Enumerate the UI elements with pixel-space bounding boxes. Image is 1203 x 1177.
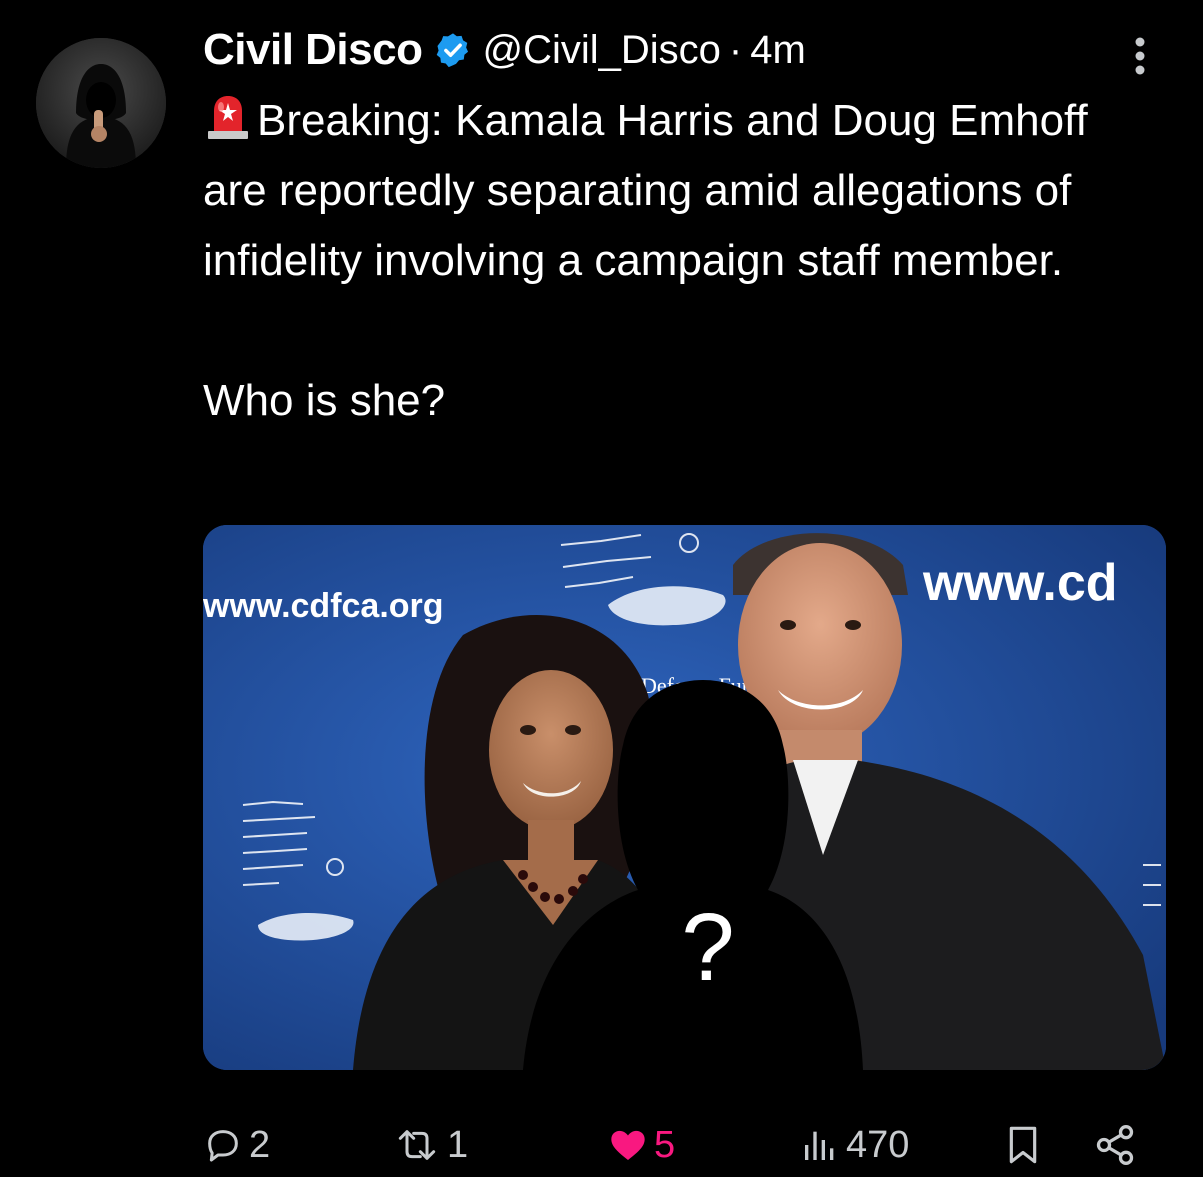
timestamp[interactable]: 4m bbox=[750, 28, 806, 73]
hooded-figure-avatar-image bbox=[36, 38, 166, 168]
tweet-main-text: Breaking: Kamala Harris and Doug Emhoff … bbox=[203, 96, 1088, 285]
tweet-actions: 2 1 5 470 bbox=[203, 1115, 1163, 1175]
share-icon bbox=[1096, 1125, 1134, 1165]
repost-button[interactable]: 1 bbox=[393, 1115, 468, 1175]
display-name[interactable]: Civil Disco bbox=[203, 25, 423, 75]
backdrop-url-left: www.cdfca.org bbox=[203, 587, 444, 625]
bookmark-icon bbox=[1009, 1126, 1037, 1164]
separator-dot: · bbox=[728, 27, 743, 72]
reply-count: 2 bbox=[249, 1123, 271, 1166]
tweet-question: Who is she? bbox=[203, 376, 446, 425]
views-chart-icon bbox=[805, 1131, 834, 1160]
repost-count: 1 bbox=[447, 1123, 469, 1166]
reply-icon bbox=[208, 1130, 238, 1162]
verified-badge-icon bbox=[437, 33, 469, 68]
tweet-text-paragraph: Breaking: Kamala Harris and Doug Emhoff … bbox=[203, 86, 1163, 296]
tweet-text: Breaking: Kamala Harris and Doug Emhoff … bbox=[203, 86, 1163, 436]
user-handle[interactable]: @Civil_Disco bbox=[482, 28, 720, 73]
like-count: 5 bbox=[654, 1123, 676, 1166]
share-button[interactable] bbox=[1093, 1115, 1137, 1175]
reply-button[interactable]: 2 bbox=[203, 1115, 270, 1175]
like-button[interactable]: 5 bbox=[608, 1115, 675, 1175]
police-light-icon bbox=[208, 96, 248, 139]
heart-filled-icon bbox=[611, 1130, 645, 1160]
tweet-header: Civil Disco @Civil_Disco · 4m bbox=[203, 22, 806, 78]
tweet-image[interactable]: www.cdfca.org www.cd Defense Fund bbox=[203, 525, 1166, 1070]
question-mark: ? bbox=[681, 894, 734, 1001]
photo-couple-with-silhouette: www.cdfca.org www.cd Defense Fund bbox=[203, 525, 1166, 1070]
bookmark-button[interactable] bbox=[1003, 1115, 1043, 1175]
backdrop-url-right: www.cd bbox=[922, 554, 1118, 612]
more-options-icon[interactable] bbox=[1120, 32, 1160, 80]
avatar[interactable] bbox=[36, 38, 166, 168]
repost-icon bbox=[398, 1130, 436, 1160]
views-count: 470 bbox=[846, 1123, 910, 1166]
views-button[interactable]: 470 bbox=[800, 1115, 909, 1175]
